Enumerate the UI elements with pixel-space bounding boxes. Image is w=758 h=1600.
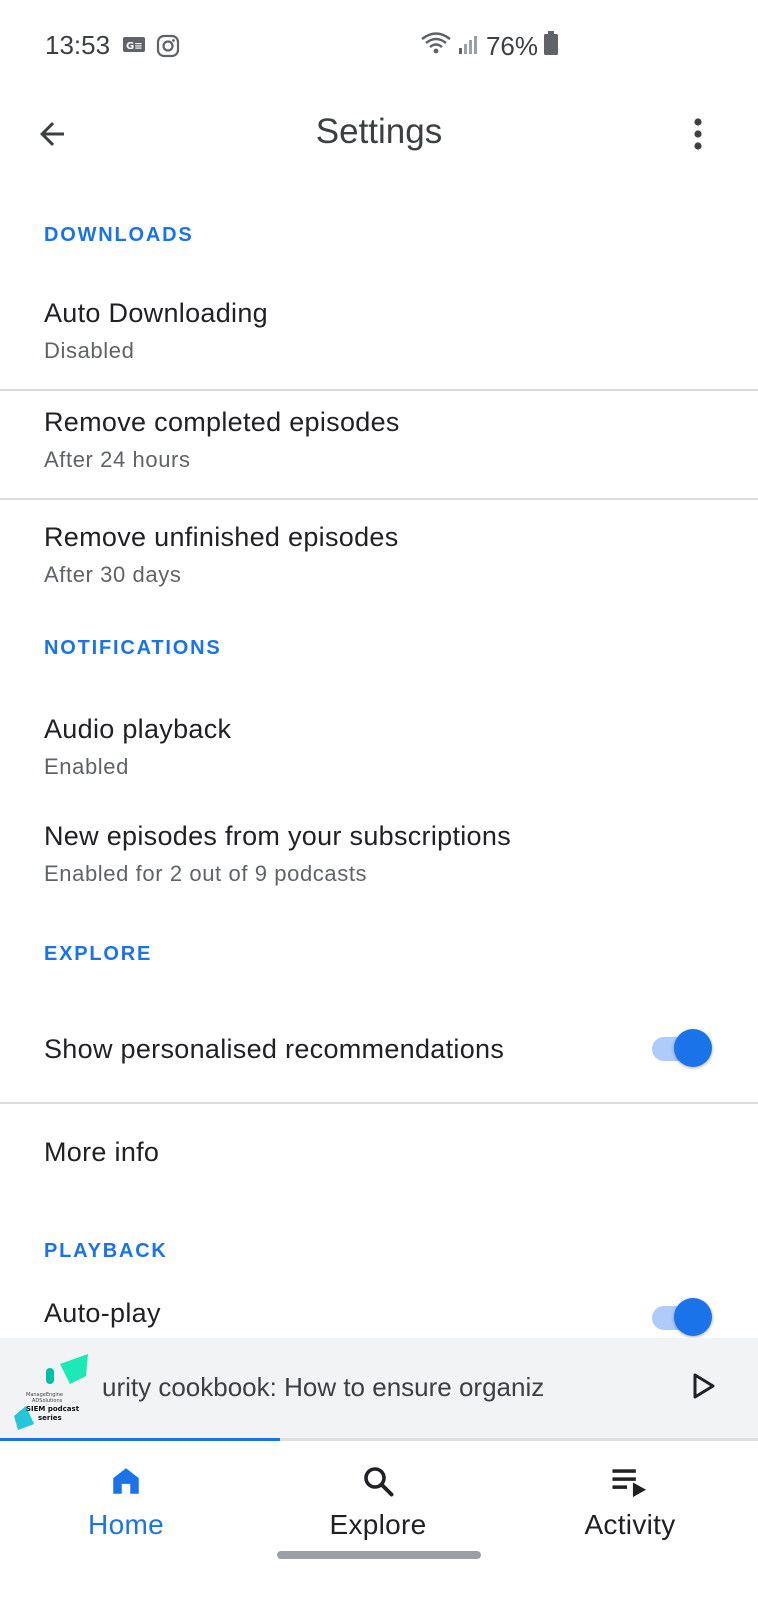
setting-title: Remove completed episodes bbox=[44, 407, 400, 437]
setting-title: Auto Downloading bbox=[44, 298, 268, 328]
setting-new-episodes-notifications[interactable]: New episodes from your subscriptions Ena… bbox=[0, 800, 758, 906]
instagram-icon bbox=[156, 34, 182, 58]
battery-percent: 76% bbox=[485, 31, 538, 61]
podcast-artwork: ManageEngine ADSolutions SIEM podcast se… bbox=[12, 1354, 88, 1430]
setting-title: Audio playback bbox=[44, 714, 232, 744]
nav-label: Activity bbox=[584, 1509, 676, 1540]
auto-play-toggle[interactable] bbox=[652, 1296, 712, 1338]
setting-subtitle: Disabled bbox=[44, 338, 135, 363]
section-header-downloads: DOWNLOADS bbox=[44, 224, 194, 246]
setting-title: Auto-play bbox=[44, 1298, 161, 1328]
nav-label: Explore bbox=[329, 1509, 427, 1540]
nav-explore[interactable]: Explore bbox=[252, 1455, 504, 1565]
setting-title: New episodes from your subscriptions bbox=[44, 821, 511, 851]
home-icon bbox=[106, 1461, 146, 1501]
setting-more-info[interactable]: More info bbox=[0, 1104, 758, 1204]
mini-player[interactable]: ManageEngine ADSolutions SIEM podcast se… bbox=[0, 1338, 758, 1440]
section-header-notifications: NOTIFICATIONS bbox=[44, 637, 222, 659]
section-header-playback: PLAYBACK bbox=[44, 1240, 168, 1262]
setting-title: Remove unfinished episodes bbox=[44, 522, 399, 552]
nav-home[interactable]: Home bbox=[0, 1455, 252, 1565]
wifi-icon bbox=[420, 30, 452, 63]
now-playing-title: urity cookbook: How to ensure organiz bbox=[102, 1372, 545, 1402]
setting-audio-playback[interactable]: Audio playback Enabled bbox=[0, 692, 758, 798]
setting-title: Show personalised recommendations bbox=[44, 1034, 505, 1064]
setting-auto-downloading[interactable]: Auto Downloading Disabled bbox=[0, 276, 758, 388]
search-icon bbox=[358, 1461, 398, 1501]
signal-icon bbox=[458, 31, 480, 62]
gesture-bar bbox=[277, 1551, 481, 1559]
setting-auto-play[interactable]: Auto-play bbox=[0, 1296, 758, 1338]
svg-text:G≡: G≡ bbox=[126, 41, 143, 52]
play-button[interactable] bbox=[684, 1368, 724, 1408]
battery-icon bbox=[544, 31, 558, 62]
play-arrow-icon bbox=[691, 1372, 717, 1405]
setting-subtitle: Enabled for 2 out of 9 podcasts bbox=[44, 861, 368, 886]
toggle-thumb bbox=[674, 1298, 712, 1336]
status-time: 13:53 bbox=[45, 30, 111, 60]
setting-subtitle: Enabled bbox=[44, 754, 129, 779]
svg-text:SIEM podcast: SIEM podcast bbox=[26, 1405, 80, 1413]
setting-remove-completed-episodes[interactable]: Remove completed episodes After 24 hours bbox=[0, 391, 758, 497]
more-vert-icon bbox=[692, 117, 704, 156]
bottom-navigation: Home Explore Activity bbox=[0, 1441, 758, 1600]
news-badge-icon: G≡ bbox=[122, 34, 148, 56]
more-options-button[interactable] bbox=[674, 112, 722, 160]
setting-title: More info bbox=[44, 1137, 160, 1167]
app-bar: Settings bbox=[0, 92, 758, 200]
setting-remove-unfinished-episodes[interactable]: Remove unfinished episodes After 30 days bbox=[0, 500, 758, 606]
svg-text:ADSolutions: ADSolutions bbox=[32, 1398, 63, 1404]
page-title: Settings bbox=[315, 112, 443, 151]
section-header-explore: EXPLORE bbox=[44, 943, 153, 965]
recommendations-toggle[interactable] bbox=[652, 1027, 712, 1069]
playlist-play-icon bbox=[610, 1461, 650, 1501]
svg-text:series: series bbox=[38, 1414, 62, 1422]
setting-subtitle: After 30 days bbox=[44, 562, 182, 587]
setting-personalised-recommendations[interactable]: Show personalised recommendations bbox=[0, 995, 758, 1101]
toggle-thumb bbox=[674, 1029, 712, 1067]
nav-activity[interactable]: Activity bbox=[504, 1455, 756, 1565]
status-bar: 13:53 G≡ 76% bbox=[0, 0, 758, 92]
nav-label: Home bbox=[88, 1509, 164, 1540]
setting-subtitle: After 24 hours bbox=[44, 447, 191, 472]
